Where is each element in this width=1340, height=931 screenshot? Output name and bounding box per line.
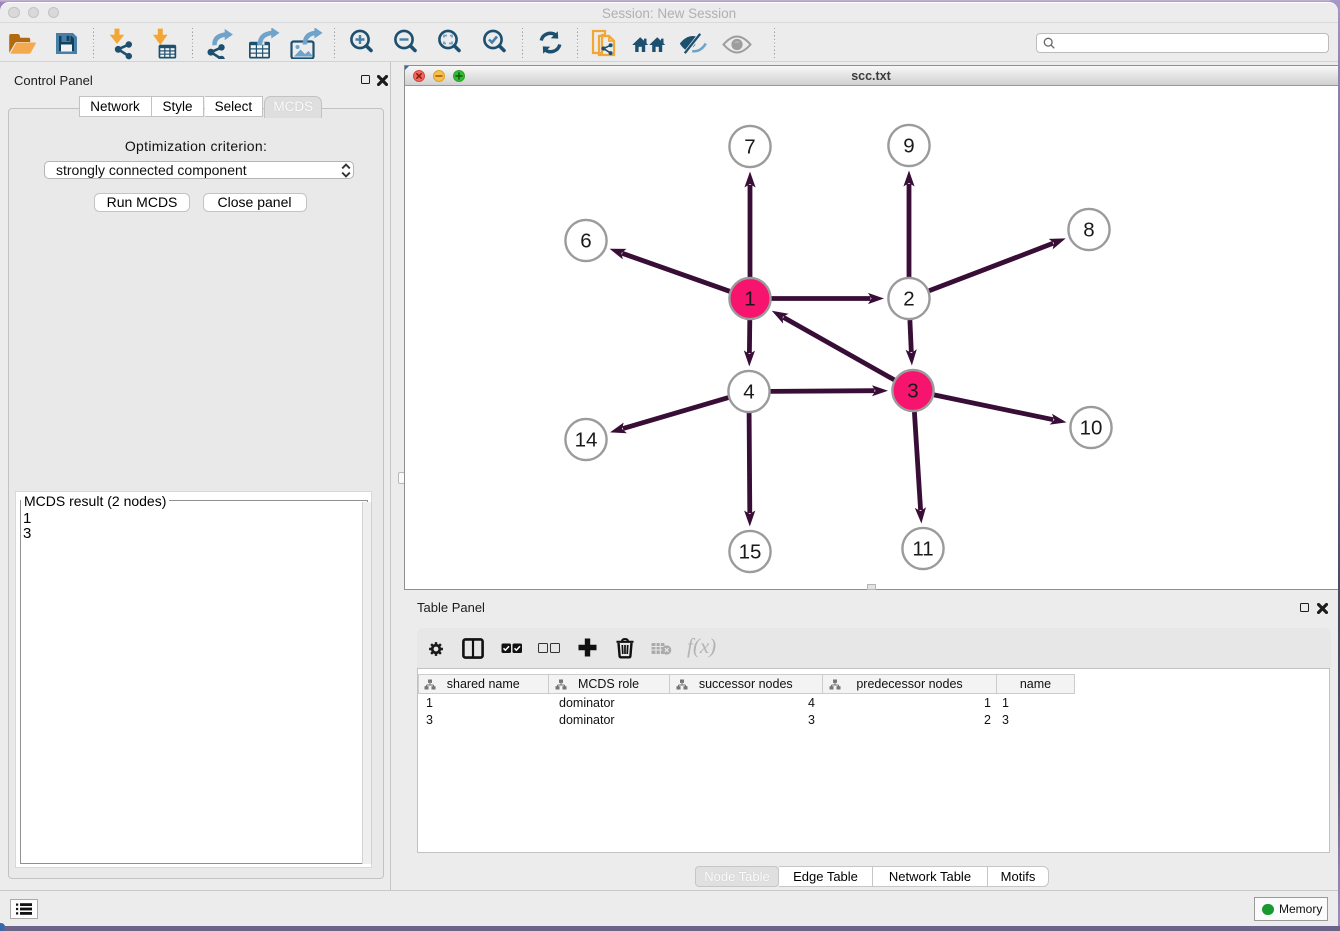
svg-text:4: 4 [743, 380, 754, 403]
svg-text:6: 6 [580, 229, 591, 252]
svg-text:15: 15 [739, 540, 762, 563]
svg-text:1: 1 [744, 287, 755, 310]
svg-text:11: 11 [912, 537, 933, 560]
svg-text:3: 3 [907, 379, 918, 402]
svg-text:9: 9 [903, 134, 914, 157]
svg-text:14: 14 [575, 428, 598, 451]
svg-text:7: 7 [744, 135, 755, 158]
svg-text:10: 10 [1080, 416, 1103, 439]
svg-text:8: 8 [1083, 218, 1094, 241]
svg-text:2: 2 [903, 287, 914, 310]
